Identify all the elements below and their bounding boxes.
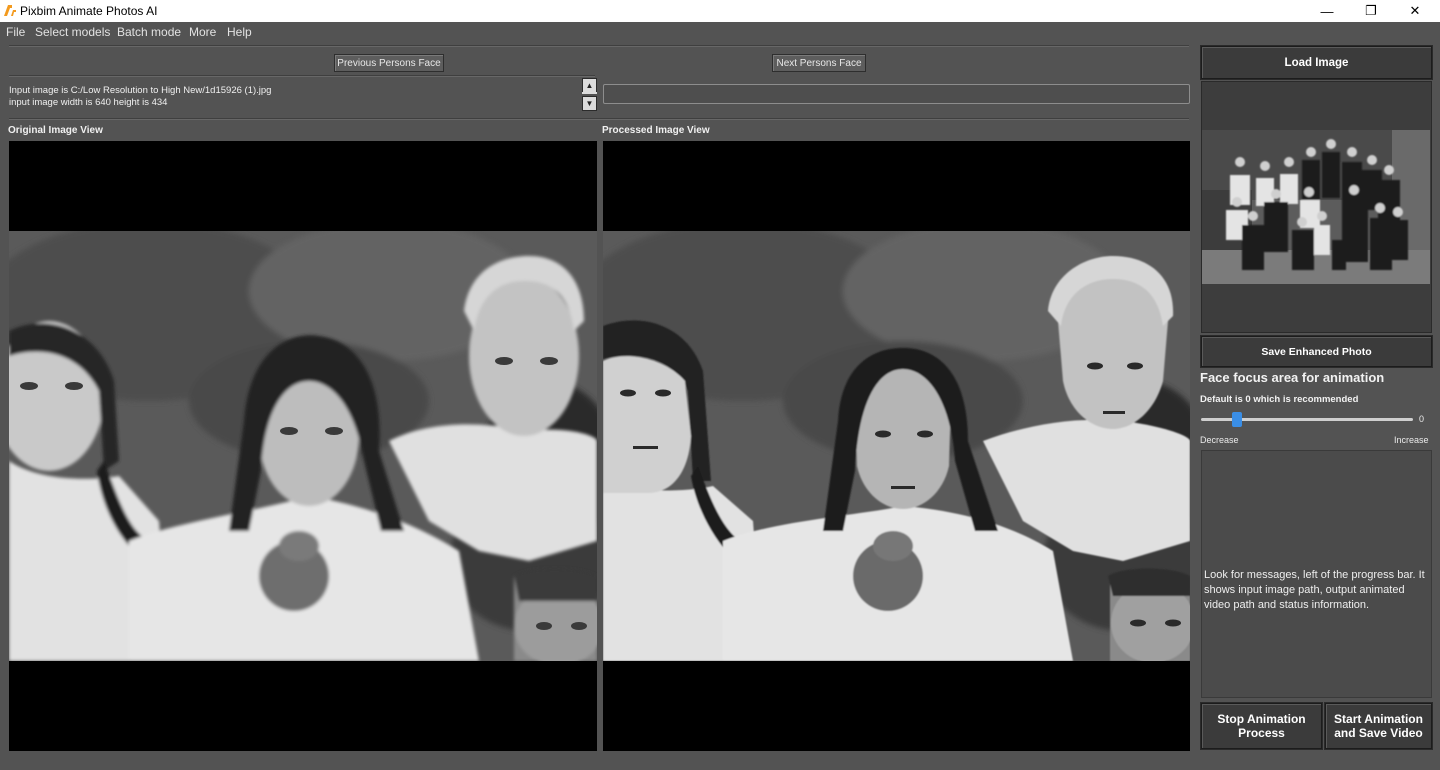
top-divider bbox=[9, 45, 1189, 47]
menu-bar: File Select models Batch mode More Help bbox=[0, 22, 1440, 42]
processed-image-view bbox=[603, 141, 1190, 751]
focus-slider-handle[interactable] bbox=[1232, 412, 1243, 427]
spin-down-icon: ▼ bbox=[585, 99, 594, 108]
scroll-down-button[interactable]: ▼ bbox=[582, 96, 597, 111]
menu-batch-mode[interactable]: Batch mode bbox=[117, 25, 181, 39]
focus-area-title: Face focus area for animation bbox=[1200, 370, 1385, 385]
original-photo bbox=[9, 231, 597, 661]
title-bar: Pixbim Animate Photos AI — ❐ ✕ bbox=[0, 0, 1440, 22]
decrease-label: Decrease bbox=[1200, 435, 1239, 445]
minimize-button[interactable]: — bbox=[1304, 0, 1350, 22]
scroll-track[interactable] bbox=[582, 92, 597, 94]
start-animation-button[interactable]: Start Animation and Save Video bbox=[1325, 703, 1432, 749]
menu-more[interactable]: More bbox=[189, 25, 216, 39]
focus-slider-value: 0 bbox=[1419, 414, 1425, 424]
save-enhanced-photo-button[interactable]: Save Enhanced Photo bbox=[1201, 336, 1432, 367]
close-button[interactable]: ✕ bbox=[1392, 0, 1438, 22]
scroll-up-button[interactable]: ▲ bbox=[582, 78, 597, 93]
original-view-label: Original Image View bbox=[8, 125, 103, 136]
stop-animation-button[interactable]: Stop Animation Process bbox=[1201, 703, 1322, 749]
processed-photo bbox=[603, 231, 1190, 661]
input-size-line: input image width is 640 height is 434 bbox=[9, 96, 168, 108]
minimize-icon: — bbox=[1320, 3, 1334, 19]
increase-label: Increase bbox=[1394, 435, 1429, 445]
window-title: Pixbim Animate Photos AI bbox=[20, 4, 158, 18]
maximize-icon: ❐ bbox=[1365, 3, 1377, 18]
close-icon: ✕ bbox=[1409, 3, 1421, 18]
status-field[interactable] bbox=[603, 84, 1190, 104]
load-image-button[interactable]: Load Image bbox=[1201, 46, 1432, 79]
maximize-button[interactable]: ❐ bbox=[1348, 0, 1394, 22]
next-face-button[interactable]: Next Persons Face bbox=[772, 54, 866, 72]
original-image-view bbox=[9, 141, 597, 751]
menu-help[interactable]: Help bbox=[227, 25, 252, 39]
thumbnail-image bbox=[1202, 130, 1430, 284]
menu-file[interactable]: File bbox=[6, 25, 25, 39]
menu-select-models[interactable]: Select models bbox=[35, 25, 110, 39]
focus-area-hint: Default is 0 which is recommended bbox=[1200, 394, 1359, 405]
message-text: Look for messages, left of the progress … bbox=[1204, 569, 1425, 611]
spin-up-icon: ▲ bbox=[585, 81, 594, 90]
pixbim-logo-icon bbox=[4, 5, 16, 16]
info-text-area: Input image is C:/Low Resolution to High… bbox=[9, 85, 271, 108]
views-divider bbox=[9, 118, 1189, 120]
previous-face-button[interactable]: Previous Persons Face bbox=[334, 54, 444, 72]
input-path-line: Input image is C:/Low Resolution to High… bbox=[9, 85, 272, 96]
info-divider bbox=[9, 75, 595, 77]
processed-view-label: Processed Image View bbox=[602, 125, 710, 136]
